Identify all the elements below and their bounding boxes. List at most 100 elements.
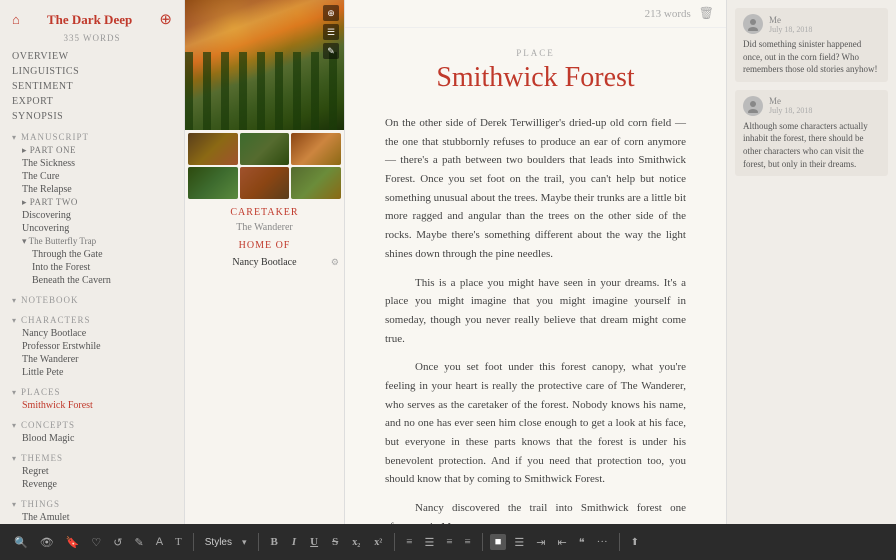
paragraph-1: On the other side of Derek Terwilliger's… (385, 114, 686, 264)
thing-amulet[interactable]: The Amulet (12, 511, 172, 524)
item-beneath-cavern[interactable]: Beneath the Cavern (12, 274, 172, 287)
toolbar-sub-btn[interactable]: x₂ (347, 535, 365, 550)
section-title-characters[interactable]: CHARACTERS (12, 311, 172, 327)
toolbar-edit-icon[interactable]: ✎ (130, 533, 147, 552)
toolbar-share-icon[interactable]: ⬆ (627, 534, 643, 551)
toolbar-heart-icon[interactable]: ♡ (87, 533, 105, 552)
thumbnail-5[interactable] (240, 167, 290, 199)
nancy-item-row: Nancy Bootlace ⚙ (185, 253, 344, 272)
section-title-notebook[interactable]: NOTEBOOK (12, 291, 172, 307)
editor-text-body[interactable]: On the other side of Derek Terwilliger's… (385, 114, 686, 524)
nav-export[interactable]: EXPORT (12, 94, 172, 109)
toolbar-styles-dropdown-icon[interactable]: ▾ (238, 534, 251, 551)
toolbar-a-icon[interactable]: A (152, 533, 167, 551)
comment-2-author: Me (769, 96, 812, 106)
comment-1-meta: Me July 18, 2018 (743, 14, 880, 34)
item-discovering[interactable]: Discovering (12, 209, 172, 222)
toolbar-align-justify-icon[interactable]: ≡ (461, 533, 475, 551)
item-sickness[interactable]: The Sickness (12, 157, 172, 170)
thumbnail-3[interactable] (291, 133, 341, 165)
section-notebook: NOTEBOOK (0, 287, 184, 307)
item-cure[interactable]: The Cure (12, 170, 172, 183)
toolbar-align-center-icon[interactable]: ☰ (420, 533, 438, 552)
toolbar-sep-2 (258, 533, 259, 551)
main-word-count: 213 words (645, 8, 691, 20)
sidebar-header: ⌂ The Dark Deep ⊕ (0, 0, 184, 33)
wanderer-item[interactable]: The Wanderer (185, 220, 344, 235)
item-butterfly-trap[interactable]: ▾ The Butterfly Trap (12, 235, 172, 248)
home-icon[interactable]: ⌂ (12, 12, 20, 28)
item-through-gate[interactable]: Through the Gate (12, 248, 172, 261)
theme-revenge[interactable]: Revenge (12, 478, 172, 491)
toolbar-t-icon[interactable]: T (171, 533, 186, 551)
toolbar-italic-btn[interactable]: I (287, 534, 301, 550)
char-professor[interactable]: Professor Erstwhile (12, 340, 172, 353)
place-smithwick[interactable]: Smithwick Forest (12, 399, 172, 412)
thumbnail-4[interactable] (188, 167, 238, 199)
thumbnail-2[interactable] (240, 133, 290, 165)
toolbar-search-icon[interactable]: 🔍 (10, 533, 32, 552)
section-manuscript: MANUSCRIPT ▸ PART ONE The Sickness The C… (0, 124, 184, 287)
toolbar-sep-3 (394, 533, 395, 551)
sidebar-title: The Dark Deep (20, 12, 160, 28)
toolbar-align-left-icon[interactable]: ≡ (402, 533, 416, 551)
toolbar-mode-active[interactable]: ■ (490, 534, 507, 550)
nav-synopsis[interactable]: SYNOPSIS (12, 109, 172, 124)
char-wanderer[interactable]: The Wanderer (12, 353, 172, 366)
trash-icon[interactable]: 🗑 (699, 6, 714, 21)
comment-1-date: July 18, 2018 (769, 25, 812, 34)
panel-icon-3[interactable]: ✎ (323, 43, 339, 59)
place-sublabel: PLACE (385, 48, 686, 58)
item-into-forest[interactable]: Into the Forest (12, 261, 172, 274)
nav-linguistics[interactable]: LINGUISTICS (12, 64, 172, 79)
toolbar-bookmark-icon[interactable]: 🔖 (62, 533, 84, 552)
section-themes: THEMES Regret Revenge (0, 445, 184, 491)
section-title-themes[interactable]: THEMES (12, 449, 172, 465)
section-title-things[interactable]: THINGS (12, 495, 172, 511)
comment-1-avatar (743, 14, 763, 34)
panel-icon-2[interactable]: ☰ (323, 24, 339, 40)
concept-blood-magic[interactable]: Blood Magic (12, 432, 172, 445)
toolbar-outdent-icon[interactable]: ⇤ (554, 533, 571, 552)
part-one[interactable]: ▸ PART ONE (12, 144, 172, 157)
toolbar-styles-label: Styles (201, 534, 236, 551)
toolbar-list-icon[interactable]: ☰ (510, 533, 528, 552)
toolbar-sup-btn[interactable]: x² (369, 535, 387, 550)
item-uncovering[interactable]: Uncovering (12, 222, 172, 235)
toolbar-underline-btn[interactable]: U (305, 534, 323, 550)
add-icon[interactable]: ⊕ (159, 10, 172, 29)
section-title-places[interactable]: PLACES (12, 383, 172, 399)
toolbar-bold-btn[interactable]: B (266, 534, 283, 550)
comment-1-author: Me (769, 15, 812, 25)
theme-regret[interactable]: Regret (12, 465, 172, 478)
paragraph-3: Once you set foot under this forest cano… (385, 358, 686, 489)
toolbar-sep-5 (619, 533, 620, 551)
toolbar-more-icon[interactable]: ··· (593, 533, 612, 551)
main-editor[interactable]: PLACE Smithwick Forest On the other side… (345, 28, 726, 524)
section-title-manuscript[interactable]: MANUSCRIPT (12, 128, 172, 144)
toolbar-refresh-icon[interactable]: ↺ (109, 533, 126, 552)
part-two[interactable]: ▸ PART TWO (12, 196, 172, 209)
comment-1: Me July 18, 2018 Did something sinister … (735, 8, 888, 82)
toolbar-align-right-icon[interactable]: ≡ (442, 533, 456, 551)
thumbnail-6[interactable] (291, 167, 341, 199)
panel-icon-1[interactable]: ⊕ (323, 5, 339, 21)
main-top-bar: 213 words 🗑 (345, 0, 726, 28)
toolbar-indent-icon[interactable]: ⇥ (532, 533, 549, 552)
section-concepts: CONCEPTS Blood Magic (0, 412, 184, 445)
item-relapse[interactable]: The Relapse (12, 183, 172, 196)
section-title-concepts[interactable]: CONCEPTS (12, 416, 172, 432)
char-nancy[interactable]: Nancy Bootlace (12, 327, 172, 340)
section-things: THINGS The Amulet (0, 491, 184, 524)
gear-icon[interactable]: ⚙ (331, 257, 339, 268)
middle-panel: ⊕ ☰ ✎ CARETAKER The Wanderer HOME OF Nan… (185, 0, 345, 524)
nav-sentiment[interactable]: SENTIMENT (12, 79, 172, 94)
toolbar-eye-icon[interactable]: 👁 (36, 533, 58, 552)
nav-overview[interactable]: OVERVIEW (12, 49, 172, 64)
char-pete[interactable]: Little Pete (12, 366, 172, 379)
toolbar-quote-icon[interactable]: ❝ (575, 533, 589, 552)
toolbar-strikethrough-btn[interactable]: S (327, 534, 343, 550)
nancy-item[interactable]: Nancy Bootlace (232, 255, 296, 270)
comment-2-text: Although some characters actually inhabi… (743, 120, 880, 170)
thumbnail-1[interactable] (188, 133, 238, 165)
